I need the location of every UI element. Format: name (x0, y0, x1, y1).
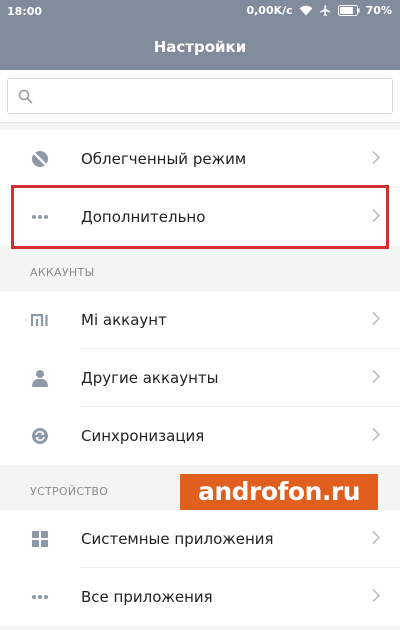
chevron-right-icon (372, 588, 381, 607)
chevron-right-icon (372, 427, 381, 446)
more-dots-icon (31, 208, 49, 226)
settings-item-mi-account[interactable]: Mi аккаунт (0, 291, 400, 349)
settings-item-label: Системные приложения (81, 530, 274, 548)
settings-item-label: Все приложения (81, 588, 213, 606)
grid-icon (31, 530, 49, 548)
network-speed: 0,00K/c (246, 4, 293, 17)
search-input[interactable] (42, 85, 382, 107)
status-bar: 18:00 0,00K/c 70% (0, 0, 400, 24)
app-bar: Настройки (0, 24, 400, 70)
group-device: Системные приложения Все приложения (0, 510, 400, 626)
chevron-right-icon (372, 150, 381, 169)
chevron-right-icon (372, 208, 381, 227)
chevron-right-icon (372, 311, 381, 330)
section-header-device: УСТРОЙСТВО (30, 485, 109, 498)
battery-icon (337, 5, 360, 16)
airplane-icon (319, 4, 332, 17)
lite-mode-icon (31, 150, 49, 168)
settings-item-label: Облегченный режим (81, 150, 247, 168)
chevron-right-icon (372, 530, 381, 549)
person-icon (31, 369, 49, 387)
battery-percent: 70% (365, 4, 392, 17)
settings-item-additional[interactable]: Дополнительно (0, 188, 400, 246)
search-container (0, 70, 400, 123)
section-header-accounts: АККАУНТЫ (30, 266, 95, 279)
mi-logo-icon (31, 311, 49, 329)
settings-item-label: Синхронизация (81, 427, 205, 445)
search-icon (18, 89, 33, 108)
search-box[interactable] (7, 78, 393, 114)
settings-item-label: Другие аккаунты (81, 369, 219, 387)
wifi-icon (299, 5, 313, 16)
settings-item-label: Mi аккаунт (81, 311, 167, 329)
sync-icon (31, 427, 49, 445)
chevron-right-icon (372, 369, 381, 388)
watermark: androfon.ru (180, 474, 378, 510)
status-right: 0,00K/c 70% (246, 4, 392, 17)
page-title: Настройки (153, 38, 247, 56)
group-accounts: Mi аккаунт Другие аккаунты Синхронизация (0, 291, 400, 465)
settings-item-label: Дополнительно (81, 208, 206, 226)
settings-item-sync[interactable]: Синхронизация (0, 407, 400, 465)
group-top: Облегченный режим Дополнительно (0, 130, 400, 246)
more-dots-icon (31, 588, 49, 606)
status-time: 18:00 (7, 5, 43, 18)
settings-item-other-accounts[interactable]: Другие аккаунты (0, 349, 400, 407)
settings-item-all-apps[interactable]: Все приложения (0, 568, 400, 626)
settings-item-lite-mode[interactable]: Облегченный режим (0, 130, 400, 188)
settings-item-system-apps[interactable]: Системные приложения (0, 510, 400, 568)
